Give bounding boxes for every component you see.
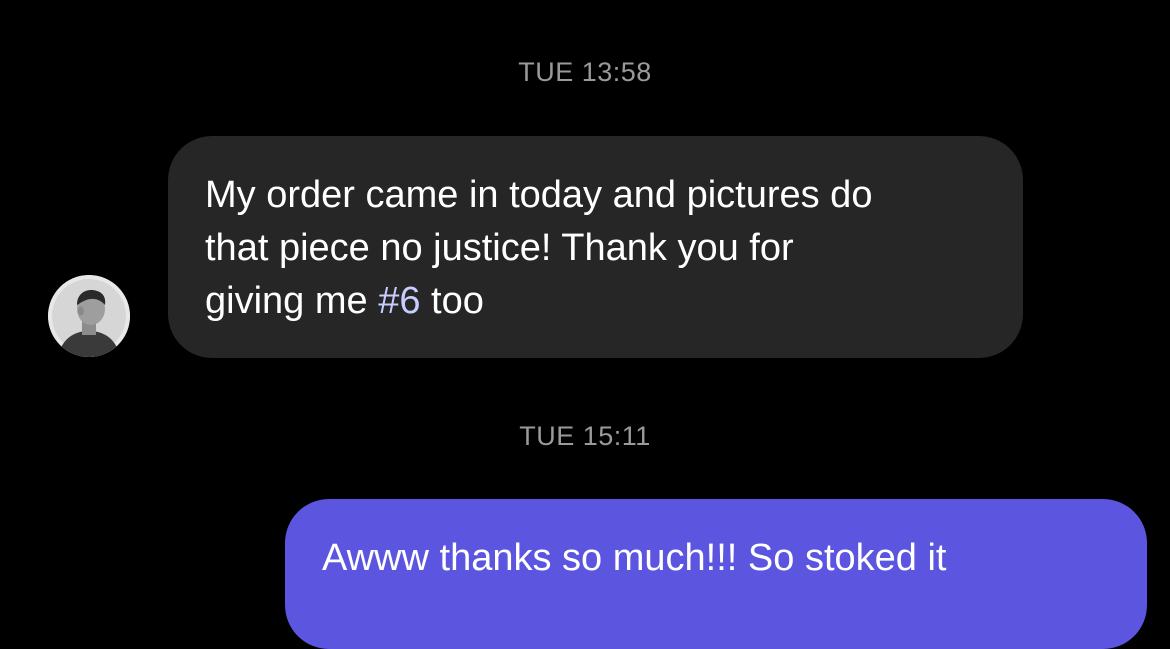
message-timestamp: TUE 13:58 bbox=[518, 57, 652, 87]
message-text-line: that piece no justice! Thank you for bbox=[205, 227, 794, 269]
sender-avatar[interactable] bbox=[48, 275, 130, 357]
message-text-line: My order came in today and pictures do bbox=[205, 174, 873, 216]
message-text: Awww thanks so much!!! So stoked it bbox=[322, 537, 947, 579]
incoming-message-bubble[interactable]: My order came in today and pictures do t… bbox=[168, 136, 1023, 358]
outgoing-message-bubble[interactable]: Awww thanks so much!!! So stoked it bbox=[285, 499, 1147, 649]
message-text-line: giving me #6 too bbox=[205, 275, 987, 328]
message-timestamp: TUE 15:11 bbox=[519, 421, 651, 451]
hashtag-link[interactable]: #6 bbox=[378, 280, 420, 322]
avatar-photo-icon bbox=[48, 275, 130, 357]
message-text-segment: too bbox=[420, 280, 484, 322]
message-text-segment: giving me bbox=[205, 280, 379, 322]
